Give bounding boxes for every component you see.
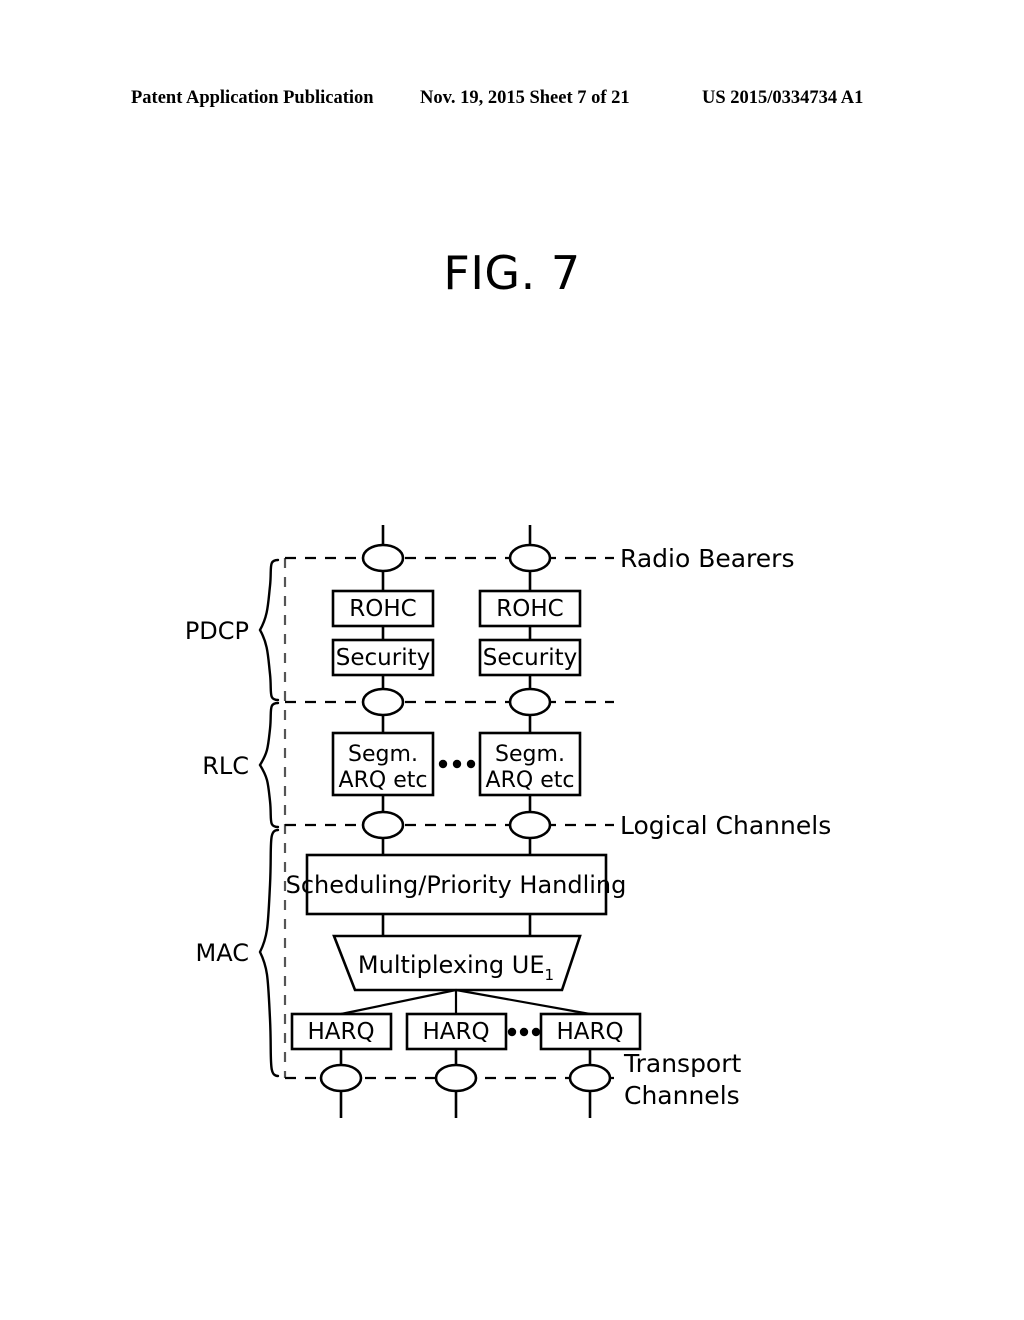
layer-label-rlc: RLC	[202, 752, 249, 780]
radio-bearer-node-left	[361, 543, 405, 573]
block-multiplexing-label: Multiplexing UE	[358, 951, 545, 979]
block-multiplexing-subscript: 1	[545, 966, 555, 984]
block-rlc-right-line2: ARQ etc	[486, 768, 575, 793]
block-harq-2-label: HARQ	[422, 1019, 489, 1045]
block-rlc-right-line1: Segm.	[495, 742, 565, 767]
transport-channel-node-1	[319, 1063, 363, 1093]
connector-mux-to-harq-1	[340, 988, 457, 1016]
radio-bearer-node-right	[508, 543, 552, 573]
radio-bearers-label: Radio Bearers	[620, 544, 794, 573]
block-scheduling-label: Scheduling/Priority Handling	[286, 871, 627, 899]
protocol-stack-diagram: PDCP RLC MAC Radio Bearers ROHC ROHC Sec…	[0, 0, 1024, 1320]
block-rlc-left-line1: Segm.	[348, 742, 418, 767]
block-harq-1-label: HARQ	[307, 1019, 374, 1045]
block-rohc-right-label: ROHC	[496, 596, 563, 622]
layer-label-pdcp: PDCP	[185, 617, 249, 645]
layer-label-mac: MAC	[196, 939, 249, 967]
logical-channel-node-left	[361, 810, 405, 840]
transport-channels-label-line2: Channels	[624, 1081, 740, 1110]
brace-rlc	[258, 701, 280, 829]
transport-channel-node-3	[568, 1063, 612, 1093]
block-rohc-left-label: ROHC	[349, 596, 416, 622]
logical-channels-label: Logical Channels	[620, 811, 831, 840]
logical-channel-node-right	[508, 810, 552, 840]
block-harq-3-label: HARQ	[556, 1019, 623, 1045]
brace-mac	[258, 828, 280, 1078]
brace-pdcp	[258, 558, 280, 702]
block-security-left-label: Security	[336, 645, 430, 671]
connector-mux-to-harq-3	[455, 988, 591, 1016]
transport-channel-node-2	[434, 1063, 478, 1093]
rlc-ellipsis-dots	[438, 759, 476, 769]
transport-channels-label-line1: Transport	[623, 1049, 742, 1078]
block-security-right-label: Security	[483, 645, 577, 671]
pdcp-rlc-node-right	[508, 687, 552, 717]
harq-ellipsis-dots	[507, 1027, 541, 1037]
pdcp-rlc-node-left	[361, 687, 405, 717]
block-rlc-left-line2: ARQ etc	[339, 768, 428, 793]
